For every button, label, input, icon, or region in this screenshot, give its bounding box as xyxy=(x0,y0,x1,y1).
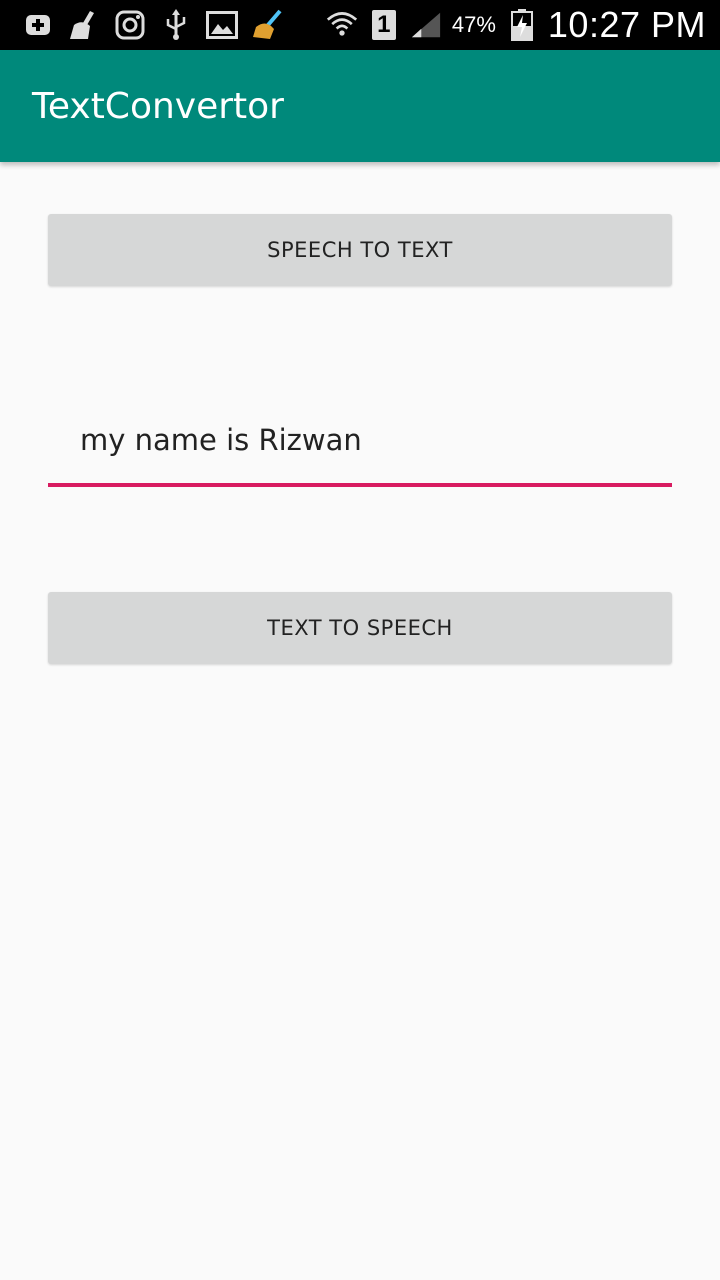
battery-percent: 47% xyxy=(451,12,496,37)
app-title: TextConvertor xyxy=(32,86,284,127)
usb-icon xyxy=(160,9,192,41)
battery-charging-icon xyxy=(506,9,538,41)
text-input[interactable]: my name is Rizwan xyxy=(48,405,672,487)
sim-label: 1 xyxy=(377,11,391,38)
status-bar: 1 47% 10:27 PM xyxy=(0,0,720,50)
notification-icons xyxy=(22,8,284,42)
broom-icon xyxy=(68,9,100,41)
add-box-icon xyxy=(22,9,54,41)
speech-to-text-button[interactable]: SPEECH TO TEXT xyxy=(48,214,672,286)
wifi-icon xyxy=(326,9,358,41)
sim-card-icon: 1 xyxy=(368,9,400,41)
clock: 10:27 PM xyxy=(547,4,706,45)
image-icon xyxy=(206,9,238,41)
app-bar: TextConvertor xyxy=(0,50,720,162)
system-icons: 1 47% 10:27 PM xyxy=(326,4,706,45)
instagram-icon xyxy=(114,9,146,41)
cleaner-broom-icon xyxy=(252,9,284,41)
text-to-speech-button[interactable]: TEXT TO SPEECH xyxy=(48,592,672,664)
signal-icon xyxy=(410,9,442,41)
text-input-value: my name is Rizwan xyxy=(80,423,362,457)
